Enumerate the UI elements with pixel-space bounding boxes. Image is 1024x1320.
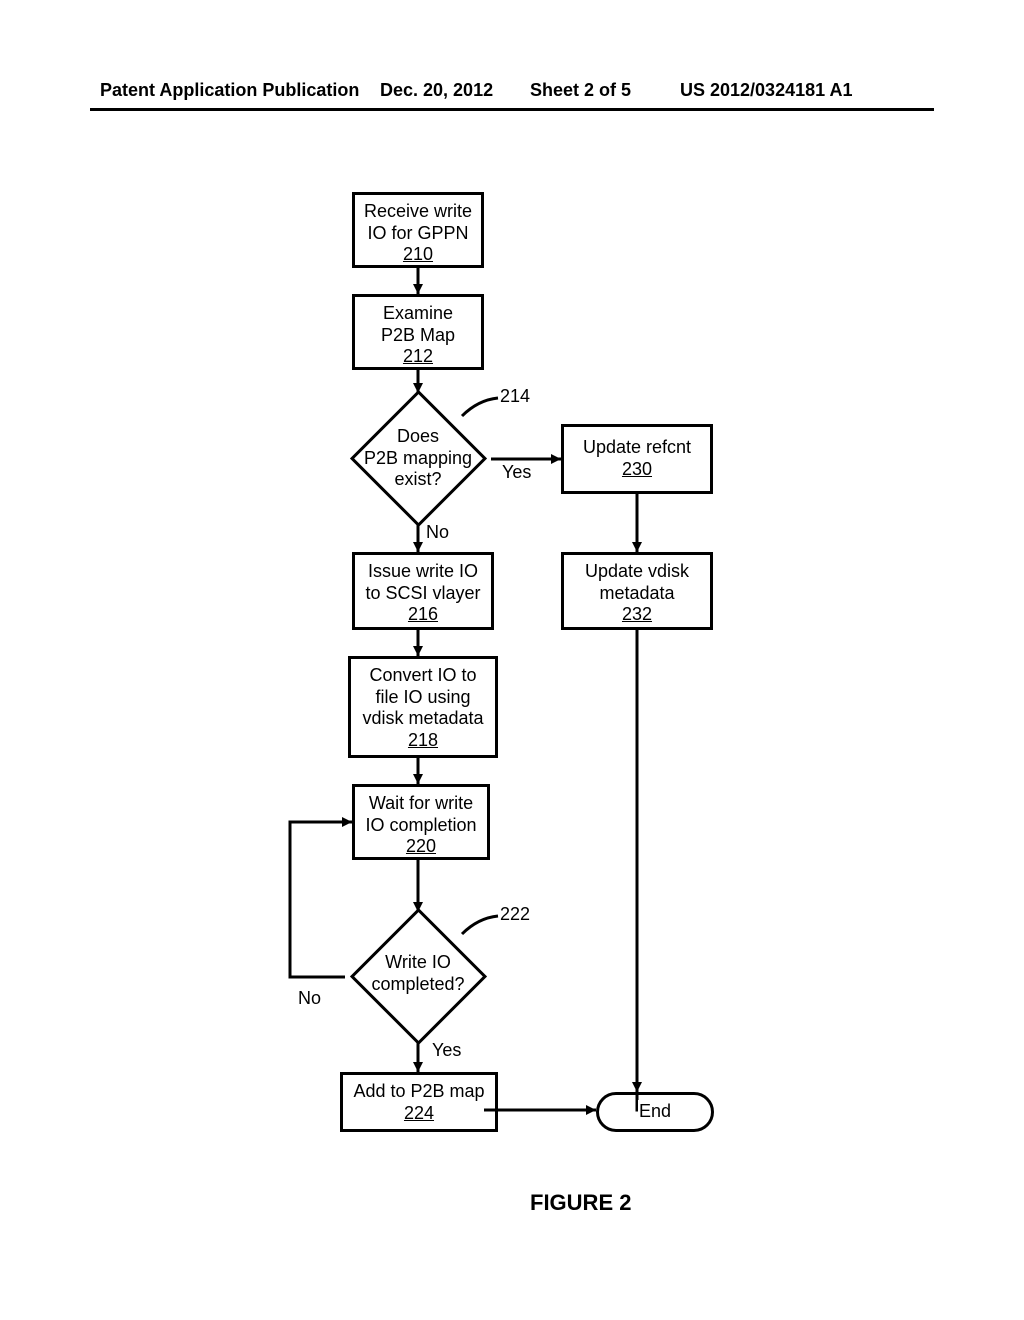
step-text: Examine — [355, 303, 481, 325]
step-text: Update vdisk — [564, 561, 710, 583]
terminator-end: End — [596, 1092, 714, 1132]
edge-label-yes-2: Yes — [432, 1040, 461, 1061]
page: Patent Application Publication Dec. 20, … — [0, 0, 1024, 1320]
step-text: Receive write — [355, 201, 481, 223]
decision-line: Write IO — [352, 952, 484, 974]
step-ref: 220 — [355, 836, 487, 858]
callout-222: 222 — [500, 904, 530, 925]
decision-line: Does — [352, 426, 484, 448]
step-text: vdisk metadata — [351, 708, 495, 730]
step-update-vdisk-metadata: Update vdisk metadata 232 — [561, 552, 713, 630]
step-text: Update refcnt — [564, 437, 710, 459]
step-wait-write-io: Wait for write IO completion 220 — [352, 784, 490, 860]
step-text: Convert IO to — [351, 665, 495, 687]
terminator-label: End — [639, 1101, 671, 1121]
edge-label-no: No — [426, 522, 449, 543]
step-add-to-p2b-map: Add to P2B map 224 — [340, 1072, 498, 1132]
decision-line: completed? — [352, 974, 484, 996]
page-header: Patent Application Publication Dec. 20, … — [0, 80, 1024, 110]
step-text: IO for GPPN — [355, 223, 481, 245]
step-text: P2B Map — [355, 325, 481, 347]
step-text: metadata — [564, 583, 710, 605]
step-ref: 230 — [564, 459, 710, 481]
connectors — [0, 0, 1024, 1320]
step-text: Add to P2B map — [343, 1081, 495, 1103]
step-text: IO completion — [355, 815, 487, 837]
decision-text: Write IO completed? — [352, 952, 484, 995]
header-rule — [90, 108, 934, 111]
callout-214: 214 — [500, 386, 530, 407]
step-ref: 216 — [355, 604, 491, 626]
step-ref: 232 — [564, 604, 710, 626]
header-date: Dec. 20, 2012 — [380, 80, 493, 101]
edge-label-yes: Yes — [502, 462, 531, 483]
step-text: Issue write IO — [355, 561, 491, 583]
edge-label-no-2: No — [298, 988, 321, 1009]
decision-line: P2B mapping — [352, 448, 484, 470]
step-text: Wait for write — [355, 793, 487, 815]
decision-line: exist? — [352, 469, 484, 491]
figure-caption: FIGURE 2 — [530, 1190, 631, 1216]
step-ref: 210 — [355, 244, 481, 266]
step-ref: 212 — [355, 346, 481, 368]
step-text: to SCSI vlayer — [355, 583, 491, 605]
header-left: Patent Application Publication — [100, 80, 359, 101]
step-ref: 218 — [351, 730, 495, 752]
step-convert-io: Convert IO to file IO using vdisk metada… — [348, 656, 498, 758]
step-examine-p2b-map: Examine P2B Map 212 — [352, 294, 484, 370]
step-issue-write-io: Issue write IO to SCSI vlayer 216 — [352, 552, 494, 630]
step-receive-write-io: Receive write IO for GPPN 210 — [352, 192, 484, 268]
header-pubno: US 2012/0324181 A1 — [680, 80, 852, 101]
step-text: file IO using — [351, 687, 495, 709]
step-ref: 224 — [343, 1103, 495, 1125]
header-sheet: Sheet 2 of 5 — [530, 80, 631, 101]
decision-text: Does P2B mapping exist? — [352, 426, 484, 491]
step-update-refcnt: Update refcnt 230 — [561, 424, 713, 494]
